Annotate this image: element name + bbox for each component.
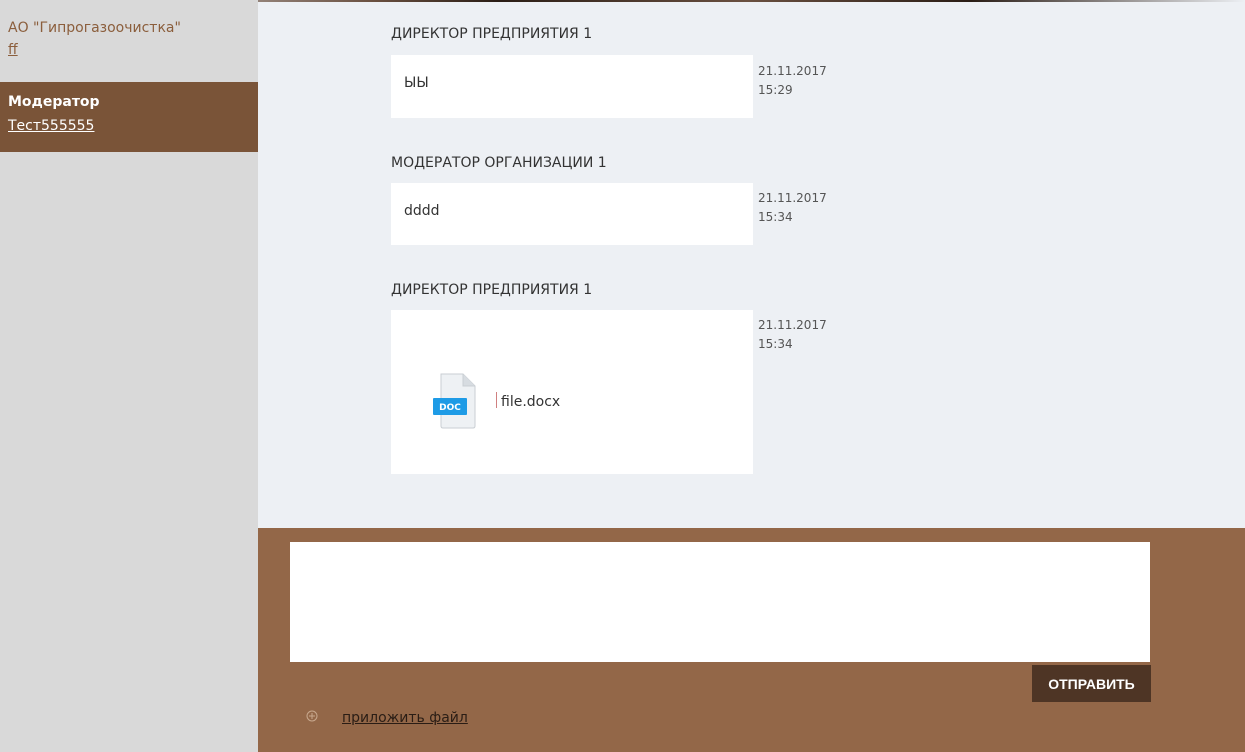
message-text: dddd <box>404 203 440 219</box>
message-timestamp: 21.11.2017 15:34 <box>758 189 827 227</box>
message-author: ДИРЕКТОР ПРЕДПРИЯТИЯ 1 <box>391 26 593 42</box>
divider <box>496 392 497 408</box>
message-bubble: ЫЫ <box>391 55 753 118</box>
doc-file-icon[interactable]: DOC <box>433 372 481 430</box>
attachment-filename[interactable]: file.docx <box>501 394 560 410</box>
message-input[interactable] <box>290 542 1150 662</box>
sidebar-item-title: АО "Гипрогазоочистка" <box>8 20 181 36</box>
message-bubble: DOC file.docx <box>391 310 753 474</box>
message-time: 15:29 <box>758 83 793 97</box>
sidebar-item-moderator[interactable]: Модератор Тест555555 <box>0 82 258 152</box>
message-time: 15:34 <box>758 337 793 351</box>
sidebar-item-link[interactable]: Тест555555 <box>8 118 94 134</box>
message-author: ДИРЕКТОР ПРЕДПРИЯТИЯ 1 <box>391 282 593 298</box>
message-bubble: dddd <box>391 183 753 245</box>
message-text: ЫЫ <box>404 75 429 91</box>
attach-file-link[interactable]: приложить файл <box>342 710 468 726</box>
plus-circle-icon[interactable] <box>306 710 318 722</box>
sidebar-item-organization[interactable]: АО "Гипрогазоочистка" ff <box>0 12 258 82</box>
chat-messages: ДИРЕКТОР ПРЕДПРИЯТИЯ 1 ЫЫ 21.11.2017 15:… <box>258 0 1245 528</box>
sidebar: АО "Гипрогазоочистка" ff Модератор Тест5… <box>0 0 258 752</box>
message-date: 21.11.2017 <box>758 64 827 78</box>
message-author: МОДЕРАТОР ОРГАНИЗАЦИИ 1 <box>391 155 607 171</box>
sidebar-item-link[interactable]: ff <box>8 42 18 58</box>
message-time: 15:34 <box>758 210 793 224</box>
message-timestamp: 21.11.2017 15:29 <box>758 62 827 100</box>
message-date: 21.11.2017 <box>758 191 827 205</box>
message-timestamp: 21.11.2017 15:34 <box>758 316 827 354</box>
send-button[interactable]: ОТПРАВИТЬ <box>1032 665 1151 702</box>
sidebar-item-title: Модератор <box>8 94 100 110</box>
message-composer: ОТПРАВИТЬ приложить файл <box>258 528 1245 752</box>
message-date: 21.11.2017 <box>758 318 827 332</box>
doc-badge-label: DOC <box>439 403 461 413</box>
